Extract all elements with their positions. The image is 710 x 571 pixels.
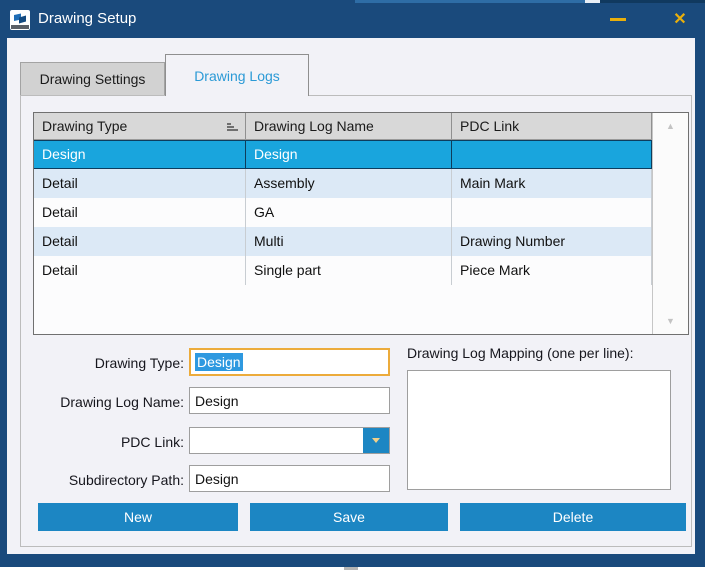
cell-pdc-link: Drawing Number [452,227,652,256]
cell-drawing-type: Detail [34,198,246,227]
drawing-log-name-label: Drawing Log Name: [0,394,184,410]
subdirectory-path-input[interactable] [189,465,390,492]
background-artifact [344,567,358,570]
table-main: Drawing Type Drawing Log Name PDC Link D… [34,113,652,334]
column-header-drawing-log-name[interactable]: Drawing Log Name [246,113,452,139]
sort-ascending-icon [226,121,239,132]
minimize-icon [610,18,626,21]
scroll-up-button[interactable]: ▲ [653,113,688,139]
table-scrollbar[interactable]: ▲ ▼ [652,113,688,334]
save-button[interactable]: Save [250,503,448,531]
table-row[interactable]: Detail Assembly Main Mark [34,169,652,198]
close-icon: ✕ [673,9,686,29]
window-title: Drawing Setup [38,0,136,38]
minimize-button[interactable] [600,0,636,38]
table-header-row: Drawing Type Drawing Log Name PDC Link [34,113,652,140]
screen: Drawing Setup ✕ Drawing Settings Drawing… [0,0,710,571]
new-button[interactable]: New [38,503,238,531]
column-header-label: Drawing Type [42,118,127,134]
pdc-link-label: PDC Link: [0,434,184,450]
cell-pdc-link [452,141,652,168]
app-icon[interactable] [10,10,30,30]
table-row[interactable]: Detail Single part Piece Mark [34,256,652,285]
cell-pdc-link: Piece Mark [452,256,652,285]
cell-log-name: Design [246,141,452,168]
close-button[interactable]: ✕ [662,0,698,38]
cell-log-name: Assembly [246,169,452,198]
tab-label: Drawing Settings [40,71,146,87]
scroll-up-icon: ▲ [666,121,675,131]
scroll-down-icon: ▼ [666,316,675,326]
tab-drawing-logs[interactable]: Drawing Logs [165,54,309,96]
cell-drawing-type: Detail [34,256,246,285]
cell-drawing-type: Detail [34,227,246,256]
drawing-log-mapping-label: Drawing Log Mapping (one per line): [407,345,633,361]
column-header-pdc-link[interactable]: PDC Link [452,113,652,139]
chevron-down-icon [372,438,380,443]
scroll-down-button[interactable]: ▼ [653,308,688,334]
drawing-log-name-input[interactable] [189,387,390,414]
tab-label: Drawing Logs [194,68,280,84]
table-row[interactable]: Detail GA [34,198,652,227]
column-header-label: Drawing Log Name [254,118,374,134]
cell-log-name: Single part [246,256,452,285]
delete-button-label: Delete [553,509,593,525]
column-header-drawing-type[interactable]: Drawing Type [34,113,246,139]
cell-drawing-type: Design [34,141,246,168]
cell-pdc-link: Main Mark [452,169,652,198]
pdc-link-combobox[interactable] [189,427,390,454]
save-button-label: Save [333,509,365,525]
tab-drawing-settings[interactable]: Drawing Settings [20,62,165,95]
drawing-type-input[interactable]: Design [189,348,390,376]
cell-pdc-link [452,198,652,227]
cell-drawing-type: Detail [34,169,246,198]
selected-text: Design [195,353,243,371]
pdc-link-dropdown-button[interactable] [363,428,389,453]
new-button-label: New [124,509,152,525]
delete-button[interactable]: Delete [460,503,686,531]
column-header-label: PDC Link [460,118,519,134]
subdirectory-path-label: Subdirectory Path: [0,472,184,488]
cell-log-name: Multi [246,227,452,256]
drawing-type-label: Drawing Type: [0,355,184,371]
drawing-log-mapping-textarea[interactable] [407,370,671,490]
cell-log-name: GA [246,198,452,227]
table-row[interactable]: Detail Multi Drawing Number [34,227,652,256]
title-bar: Drawing Setup ✕ [0,0,705,38]
drawing-logs-table: Drawing Type Drawing Log Name PDC Link D… [33,112,689,335]
table-row[interactable]: Design Design [34,140,652,169]
